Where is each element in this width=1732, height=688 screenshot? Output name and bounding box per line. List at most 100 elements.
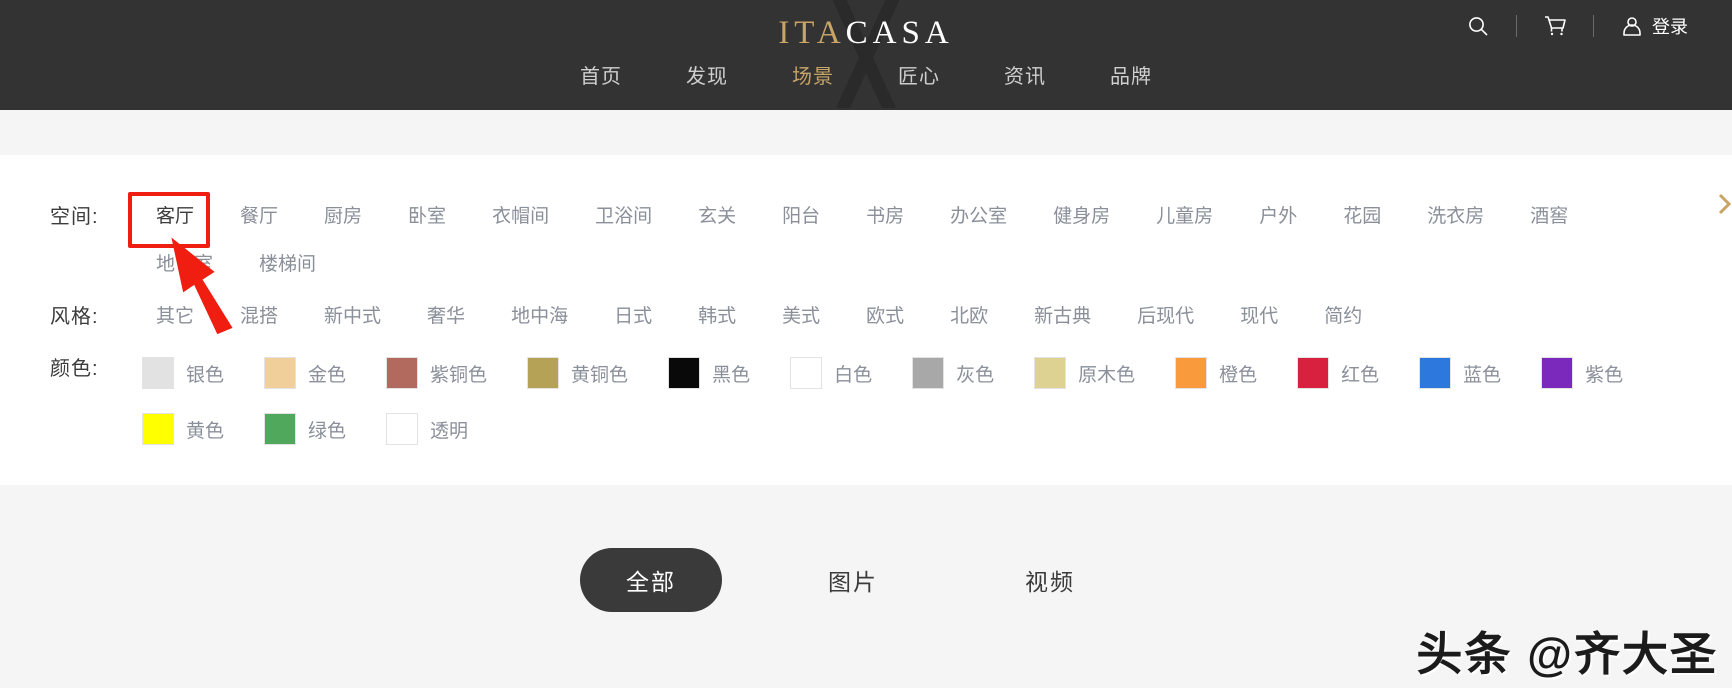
filter-option-style-2[interactable]: 新中式 bbox=[310, 293, 395, 341]
site-header: ITACASA 登录 首页 发现 场景 匠心 资讯 品牌 bbox=[0, 0, 1732, 110]
filter-option-style-7[interactable]: 美式 bbox=[768, 293, 834, 341]
user-account-icon bbox=[1623, 17, 1641, 36]
color-label-9: 红色 bbox=[1341, 364, 1380, 386]
color-label-1: 金色 bbox=[308, 364, 347, 386]
filter-options-space: 客厅 餐厅 厨房 卧室 衣帽间 卫浴间 玄关 阳台 书房 办公室 健身房 儿童房 户外 花园 洗衣房 酒窖地下… bbox=[142, 193, 1682, 289]
color-swatch-13 bbox=[264, 413, 297, 445]
filter-option-style-9[interactable]: 北欧 bbox=[936, 293, 1002, 341]
filter-option-style-0[interactable]: 其它 bbox=[142, 293, 208, 341]
filter-option-space-16[interactable]: 地下室 bbox=[142, 241, 227, 289]
filter-option-color-12[interactable]: 黄色 bbox=[142, 401, 224, 457]
filter-option-style-11[interactable]: 后现代 bbox=[1123, 293, 1208, 341]
header-actions: 登录 bbox=[1440, 0, 1714, 52]
filter-option-space-17[interactable]: 楼梯间 bbox=[245, 241, 330, 289]
color-label-0: 银色 bbox=[186, 364, 225, 386]
filter-option-color-11[interactable]: 紫色 bbox=[1541, 345, 1623, 401]
color-swatch-6 bbox=[912, 357, 945, 389]
filter-option-color-14[interactable]: 透明 bbox=[386, 401, 468, 457]
tab-all[interactable]: 全部 bbox=[580, 548, 722, 612]
filter-row-space: 空间: 客厅 餐厅 厨房 卧室 衣帽间 卫浴间 玄关 阳台 书房 办公室 健身房 儿童房 户外 花园 洗衣房… bbox=[0, 193, 1732, 289]
chevron-right-glyph bbox=[1718, 193, 1732, 215]
search-button[interactable] bbox=[1440, 9, 1516, 43]
nav-item-scene[interactable]: 场景 bbox=[786, 58, 840, 91]
filter-option-space-2[interactable]: 厨房 bbox=[310, 193, 376, 241]
tab-images[interactable]: 图片 bbox=[782, 548, 924, 612]
nav-item-discover[interactable]: 发现 bbox=[680, 58, 734, 91]
logo-text-secondary: CASA bbox=[845, 14, 954, 51]
color-label-8: 橙色 bbox=[1219, 364, 1258, 386]
filter-option-space-13[interactable]: 花园 bbox=[1329, 193, 1395, 241]
filter-option-style-13[interactable]: 简约 bbox=[1310, 293, 1376, 341]
page-root: ITACASA 登录 首页 发现 场景 匠心 资讯 品牌 空间: 客厅 餐厅 厨… bbox=[0, 0, 1732, 688]
filter-option-space-4[interactable]: 衣帽间 bbox=[478, 193, 563, 241]
filter-option-space-7[interactable]: 阳台 bbox=[768, 193, 834, 241]
color-swatch-4 bbox=[668, 357, 701, 389]
filter-row-color: 颜色: 银色 金色 紫铜色 黄铜色 黑色 白色 灰色 原木色 橙色 红色 蓝色 紫色黄色 绿色 透明 bbox=[0, 345, 1732, 457]
color-label-4: 黑色 bbox=[712, 364, 751, 386]
filter-option-space-3[interactable]: 卧室 bbox=[394, 193, 460, 241]
filter-option-space-8[interactable]: 书房 bbox=[852, 193, 918, 241]
nav-item-craft[interactable]: 匠心 bbox=[892, 58, 946, 91]
filter-option-style-5[interactable]: 日式 bbox=[600, 293, 666, 341]
filter-option-color-8[interactable]: 橙色 bbox=[1175, 345, 1257, 401]
color-label-13: 绿色 bbox=[308, 420, 347, 442]
shopping-cart-icon bbox=[1545, 16, 1566, 36]
nav-item-brand[interactable]: 品牌 bbox=[1104, 58, 1158, 91]
color-swatch-2 bbox=[386, 357, 419, 389]
color-label-2: 紫铜色 bbox=[430, 364, 488, 386]
filter-option-space-5[interactable]: 卫浴间 bbox=[581, 193, 666, 241]
color-swatch-7 bbox=[1034, 357, 1067, 389]
color-swatch-1 bbox=[264, 357, 297, 389]
color-label-7: 原木色 bbox=[1078, 364, 1136, 386]
filter-option-color-6[interactable]: 灰色 bbox=[912, 345, 994, 401]
content-gap bbox=[0, 110, 1732, 155]
filter-option-style-1[interactable]: 混搭 bbox=[226, 293, 292, 341]
filter-row-style: 风格: 其它 混搭 新中式 奢华 地中海 日式 韩式 美式 欧式 北欧 新古典 后现代 现代 简约 bbox=[0, 293, 1732, 341]
color-swatch-14 bbox=[386, 413, 419, 445]
filter-option-space-1[interactable]: 餐厅 bbox=[226, 193, 292, 241]
filter-option-color-9[interactable]: 红色 bbox=[1297, 345, 1379, 401]
filter-option-space-12[interactable]: 户外 bbox=[1245, 193, 1311, 241]
filter-option-color-3[interactable]: 黄铜色 bbox=[527, 345, 628, 401]
nav-item-news[interactable]: 资讯 bbox=[998, 58, 1052, 91]
nav-item-home[interactable]: 首页 bbox=[574, 58, 628, 91]
filter-label-style: 风格: bbox=[50, 306, 99, 328]
filter-option-space-6[interactable]: 玄关 bbox=[684, 193, 750, 241]
color-swatch-0 bbox=[142, 357, 174, 389]
filter-option-color-5[interactable]: 白色 bbox=[790, 345, 872, 401]
color-label-10: 蓝色 bbox=[1463, 364, 1502, 386]
filter-option-style-3[interactable]: 奢华 bbox=[413, 293, 479, 341]
chevron-right-icon[interactable] bbox=[1718, 193, 1732, 215]
filter-option-style-6[interactable]: 韩式 bbox=[684, 293, 750, 341]
x-monogram-icon bbox=[832, 0, 900, 108]
filter-panel: 空间: 客厅 餐厅 厨房 卧室 衣帽间 卫浴间 玄关 阳台 书房 办公室 健身房 儿童房 户外 花园 洗衣房… bbox=[0, 155, 1732, 485]
filter-option-color-7[interactable]: 原木色 bbox=[1034, 345, 1135, 401]
color-swatch-11 bbox=[1541, 357, 1574, 389]
login-button[interactable]: 登录 bbox=[1594, 9, 1714, 43]
filter-option-color-2[interactable]: 紫铜色 bbox=[386, 345, 487, 401]
search-icon bbox=[1469, 17, 1488, 36]
color-label-12: 黄色 bbox=[186, 420, 225, 442]
filter-option-color-0[interactable]: 银色 bbox=[142, 345, 224, 401]
tab-videos[interactable]: 视频 bbox=[979, 548, 1121, 612]
filter-option-style-8[interactable]: 欧式 bbox=[852, 293, 918, 341]
filter-option-color-13[interactable]: 绿色 bbox=[264, 401, 346, 457]
filter-option-style-12[interactable]: 现代 bbox=[1226, 293, 1292, 341]
filter-option-style-4[interactable]: 地中海 bbox=[497, 293, 582, 341]
main-nav: 首页 发现 场景 匠心 资讯 品牌 bbox=[0, 58, 1732, 91]
filter-option-space-14[interactable]: 洗衣房 bbox=[1413, 193, 1498, 241]
filter-option-space-15[interactable]: 酒窖 bbox=[1516, 193, 1582, 241]
cart-button[interactable] bbox=[1517, 9, 1593, 43]
filter-option-space-0[interactable]: 客厅 bbox=[142, 193, 208, 241]
filter-option-color-1[interactable]: 金色 bbox=[264, 345, 346, 401]
filter-label-color: 颜色: bbox=[50, 358, 99, 380]
filter-option-space-11[interactable]: 儿童房 bbox=[1142, 193, 1227, 241]
filter-option-style-10[interactable]: 新古典 bbox=[1020, 293, 1105, 341]
filter-option-space-10[interactable]: 健身房 bbox=[1039, 193, 1124, 241]
filter-option-space-9[interactable]: 办公室 bbox=[936, 193, 1021, 241]
filter-option-color-10[interactable]: 蓝色 bbox=[1419, 345, 1501, 401]
login-label: 登录 bbox=[1652, 17, 1688, 37]
color-label-5: 白色 bbox=[834, 364, 873, 386]
filter-option-color-4[interactable]: 黑色 bbox=[668, 345, 750, 401]
content-type-tabs: 全部 图片 视频 bbox=[0, 530, 1732, 630]
